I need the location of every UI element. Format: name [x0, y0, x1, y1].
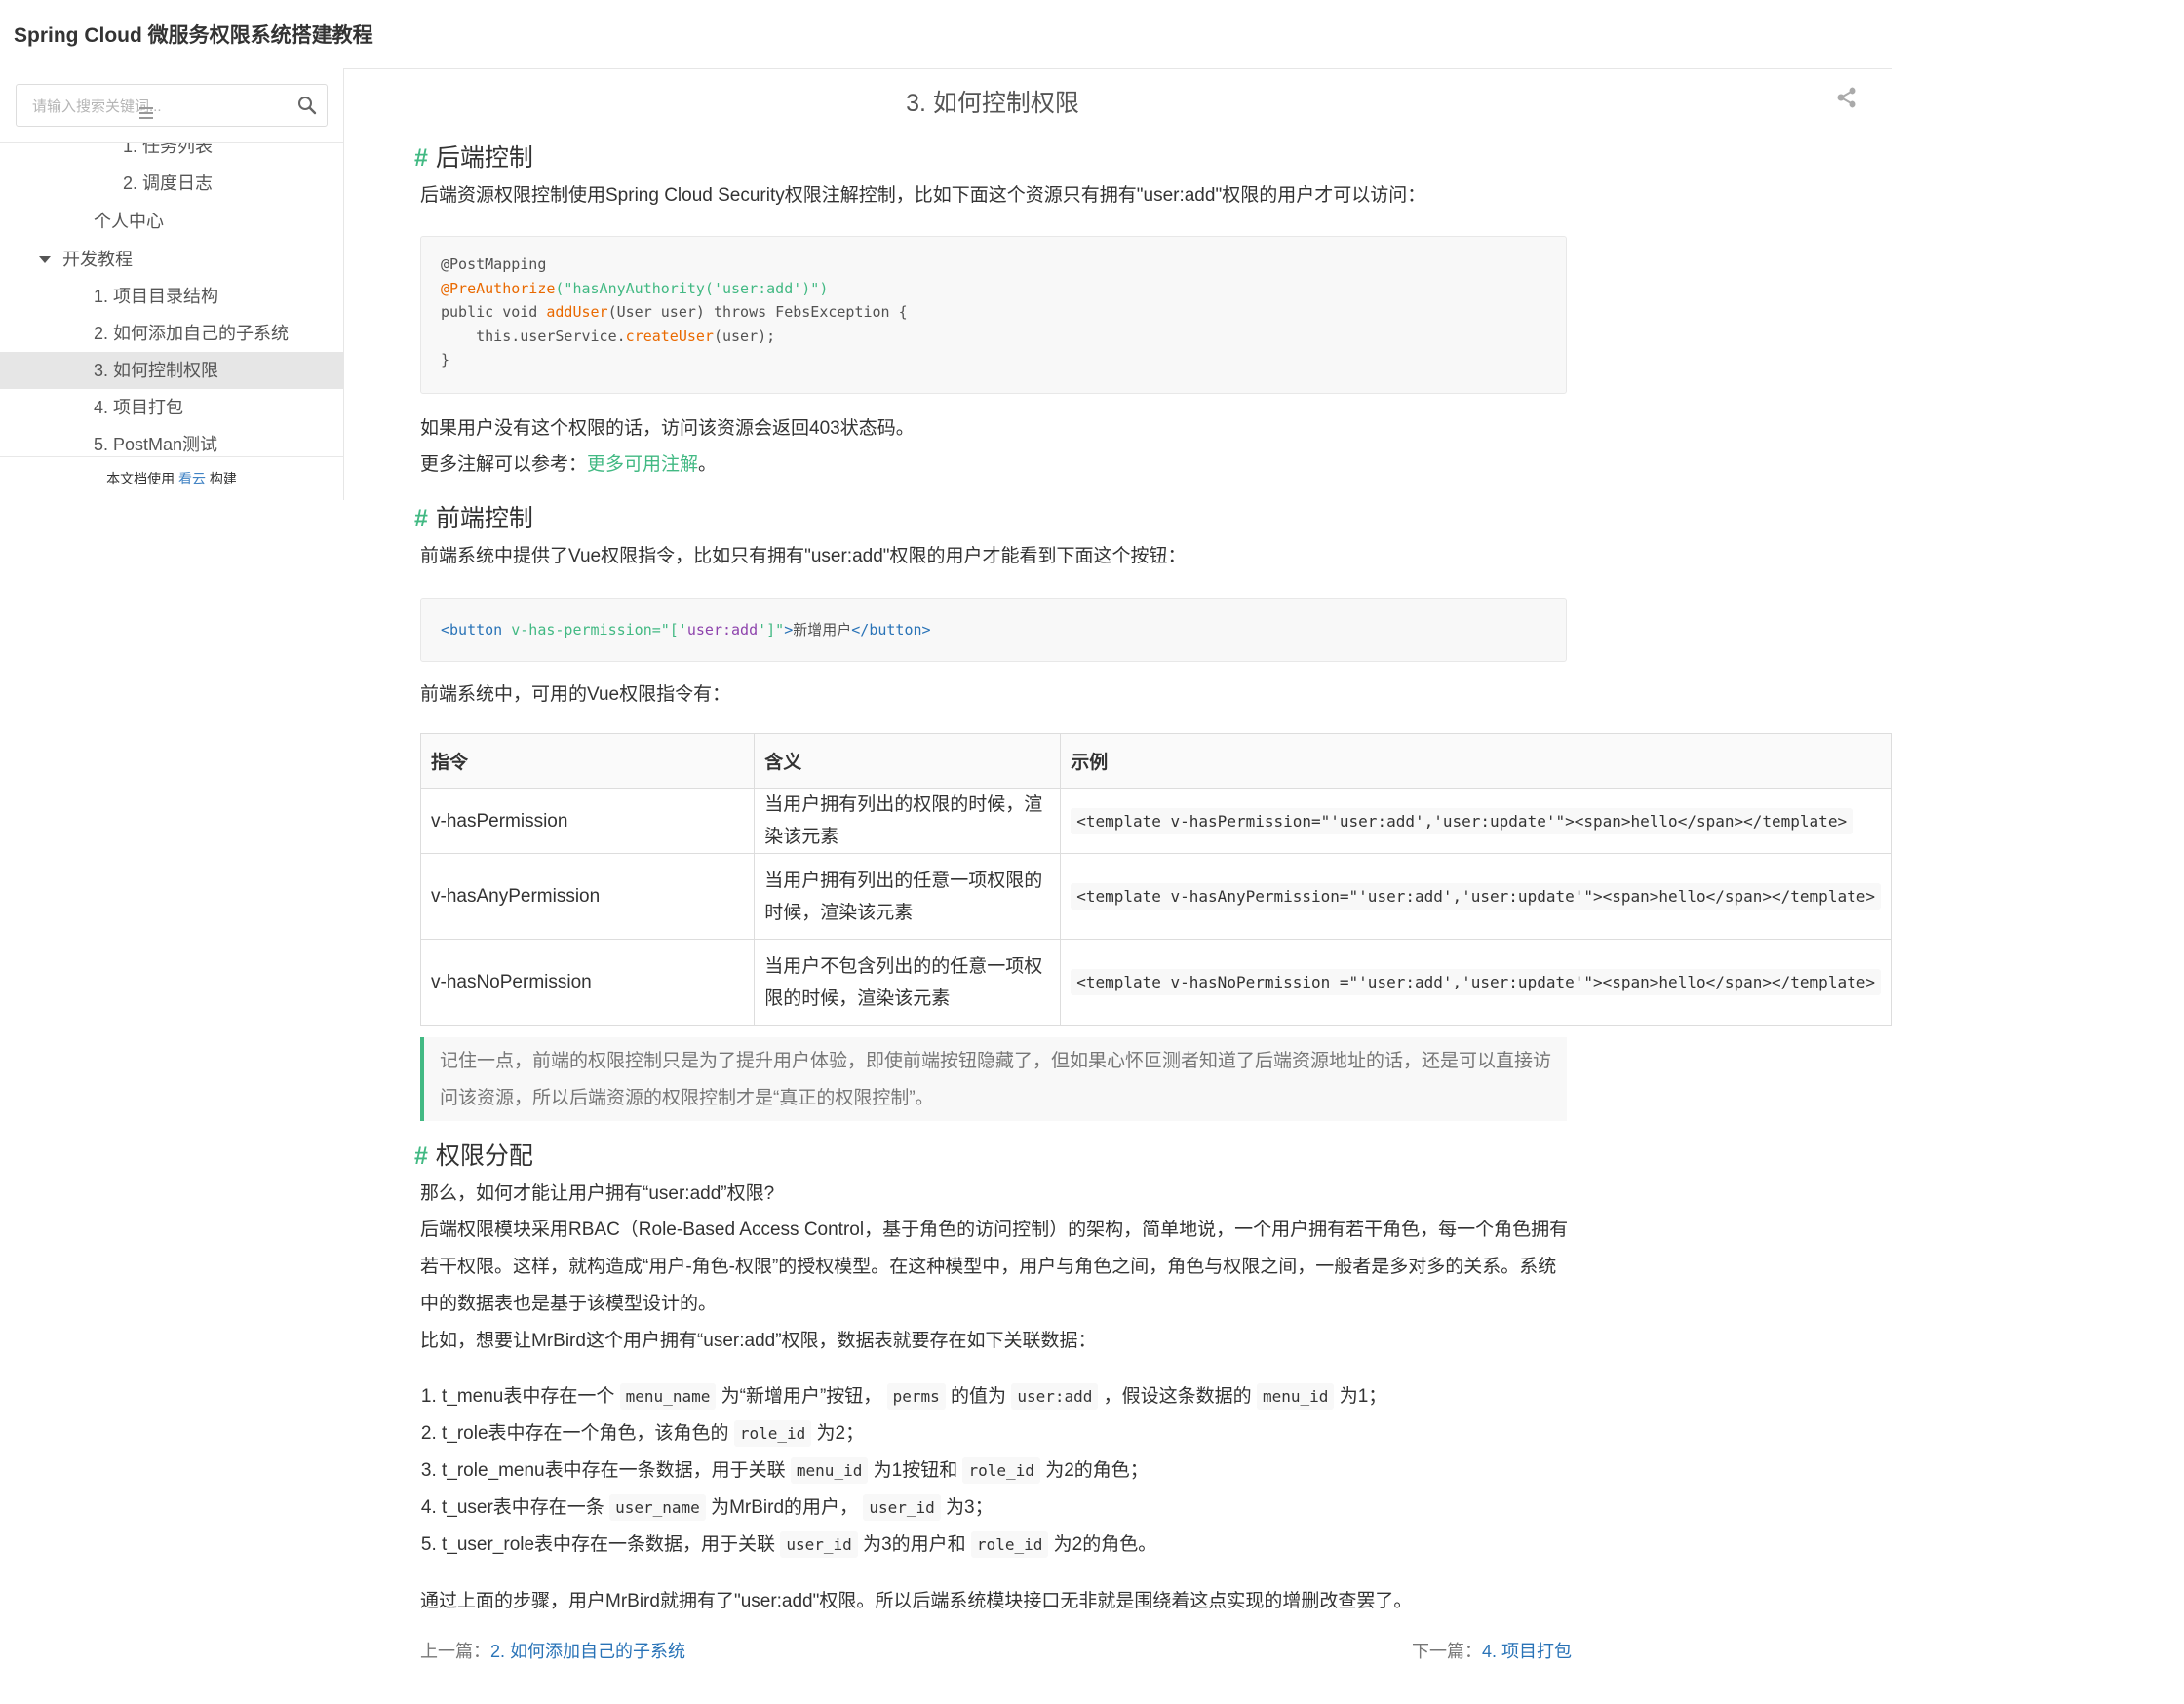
toc-item-personal-center[interactable]: 个人中心 — [0, 203, 343, 240]
table-cell: 当用户不包含列出的的任意一项权限的时候，渲染该元素 — [754, 939, 1062, 1026]
prev-page-link[interactable]: 2. 如何添加自己的子系统 — [490, 1642, 685, 1661]
frontend-intro: 前端系统中提供了Vue权限指令，比如只有拥有"user:add"权限的用户才能看… — [420, 546, 1187, 566]
summary-paragraph: 通过上面的步骤，用户MrBird就拥有了"user:add"权限。所以后端系统模… — [420, 1591, 1413, 1611]
list-item: t_role_menu表中存在一条数据，用于关联 menu_id 为1按钮和 r… — [442, 1452, 1386, 1490]
backend-note-more: 更多注解可以参考：更多可用注解。 — [420, 454, 718, 475]
sidebar-footer: 本文档使用 看云 构建 — [0, 456, 343, 500]
site-title[interactable]: Spring Cloud 微服务权限系统搭建教程 — [14, 19, 373, 49]
list-item: t_role表中存在一个角色，该角色的 role_id 为2； — [442, 1415, 1386, 1452]
backend-intro: 后端资源权限控制使用Spring Cloud Security权限注解控制，比如… — [420, 185, 1426, 206]
next-page-nav: 下一篇：4. 项目打包 — [1412, 1642, 1573, 1661]
heading-frontend: # 前端控制 — [414, 505, 533, 532]
table-cell: 当用户拥有列出的权限的时候，渲染该元素 — [754, 788, 1062, 854]
backend-note-403: 如果用户没有这个权限的话，访问该资源会返回403状态码。 — [420, 418, 915, 439]
toc-list: 1. 任务列表 2. 调度日志 个人中心 开发教程 1. 项目目录结构 2. 如… — [0, 142, 343, 455]
code-block-frontend: <button v-has-permission="['user:add']">… — [420, 598, 1567, 662]
toc-item-schedule-log[interactable]: 2. 调度日志 — [0, 165, 343, 202]
share-icon[interactable] — [1836, 86, 1857, 109]
heading-backend: # 后端控制 — [414, 144, 533, 172]
table-cell: v-hasAnyPermission — [419, 853, 756, 940]
table-cell: v-hasNoPermission — [419, 939, 756, 1026]
toc-item-project-structure[interactable]: 1. 项目目录结构 — [0, 278, 343, 315]
caret-down-icon[interactable] — [39, 256, 51, 263]
assign-paragraph: 中的数据表也是基于该模型设计的。 — [420, 1294, 718, 1314]
anchor-hash[interactable]: # — [414, 505, 428, 532]
toc-item-packaging[interactable]: 4. 项目打包 — [0, 389, 343, 426]
table-header: 含义 — [754, 733, 1062, 789]
assign-paragraph: 比如，想要让MrBird这个用户拥有“user:add”权限，数据表就要存在如下… — [420, 1331, 1097, 1351]
table-row: v-hasAnyPermission 当用户拥有列出的任意一项权限的时候，渲染该… — [419, 853, 1892, 940]
list-item: t_user_role表中存在一条数据，用于关联 user_id 为3的用户和 … — [442, 1527, 1386, 1564]
code-block-backend: @PostMapping @PreAuthorize("hasAnyAuthor… — [420, 236, 1567, 394]
tip-blockquote: 记住一点，前端的权限控制只是为了提升用户体验，即使前端按钮隐藏了，但如果心怀叵测… — [420, 1037, 1567, 1121]
kancloud-link[interactable]: 看云 — [178, 471, 206, 486]
table-row: v-hasNoPermission 当用户不包含列出的的任意一项权限的时候，渲染… — [419, 939, 1892, 1026]
next-page-link[interactable]: 4. 项目打包 — [1482, 1642, 1572, 1661]
top-bar: Spring Cloud 微服务权限系统搭建教程 — [0, 0, 1892, 69]
list-item: t_menu表中存在一个 menu_name 为“新增用户”按钮， perms … — [442, 1378, 1386, 1415]
heading-assign: # 权限分配 — [414, 1142, 533, 1170]
sidebar: 1. 任务列表 2. 调度日志 个人中心 开发教程 1. 项目目录结构 2. 如… — [0, 68, 344, 500]
permission-directive-table: 指令 含义 示例 v-hasPermission 当用户拥有列出的权限的时候，渲… — [419, 733, 1892, 1026]
table-header: 示例 — [1060, 733, 1892, 789]
toc-item-dev-tutorial[interactable]: 开发教程 — [0, 241, 343, 278]
code-example: <template v-hasPermission="'user:add','u… — [1071, 807, 1853, 834]
table-cell: <template v-hasPermission="'user:add','u… — [1060, 788, 1892, 854]
table-cell: <template v-hasAnyPermission="'user:add'… — [1060, 853, 1892, 940]
list-item: t_user表中存在一条 user_name 为MrBird的用户， user_… — [442, 1490, 1386, 1527]
table-cell: v-hasPermission — [419, 788, 756, 854]
toc-item-add-subsystem[interactable]: 2. 如何添加自己的子系统 — [0, 315, 343, 352]
code-example: <template v-hasNoPermission ="'user:add'… — [1071, 969, 1881, 995]
toc-item-task-list[interactable]: 1. 任务列表 — [0, 143, 343, 165]
assign-paragraph: 若干权限。这样，就构造成“用户-角色-权限”的授权模型。在这种模型中，用户与角色… — [420, 1257, 1557, 1277]
steps-list: t_menu表中存在一个 menu_name 为“新增用户”按钮， perms … — [420, 1378, 1386, 1564]
anchor-hash[interactable]: # — [414, 144, 428, 172]
toc-item-control-permission[interactable]: 3. 如何控制权限 — [0, 352, 343, 389]
assign-paragraph: 后端权限模块采用RBAC（Role-Based Access Control，基… — [420, 1220, 1569, 1240]
toc-item-postman[interactable]: 5. PostMan测试 — [0, 426, 343, 455]
table-cell: 当用户拥有列出的任意一项权限的时候，渲染该元素 — [754, 853, 1062, 940]
assign-question: 那么，如何才能让用户拥有“user:add”权限? — [420, 1183, 775, 1204]
table-intro: 前端系统中，可用的Vue权限指令有： — [420, 684, 731, 705]
anchor-hash[interactable]: # — [414, 1142, 428, 1170]
table-header: 指令 — [419, 733, 756, 789]
prev-page-nav: 上一篇：2. 如何添加自己的子系统 — [420, 1642, 686, 1661]
more-annotations-link[interactable]: 更多可用注解 — [587, 454, 698, 475]
search-box — [16, 84, 328, 128]
page-title: 3. 如何控制权限 — [906, 90, 1079, 117]
code-example: <template v-hasAnyPermission="'user:add'… — [1071, 883, 1881, 910]
table-row: v-hasPermission 当用户拥有列出的权限的时候，渲染该元素 <tem… — [419, 788, 1892, 854]
toc-toggle-icon[interactable] — [137, 104, 155, 122]
table-cell: <template v-hasNoPermission ="'user:add'… — [1060, 939, 1892, 1026]
main-content: 3. 如何控制权限 # 后端控制 后端资源权限控制使用Spring Cloud S… — [344, 68, 1892, 1704]
search-icon[interactable] — [295, 94, 319, 117]
